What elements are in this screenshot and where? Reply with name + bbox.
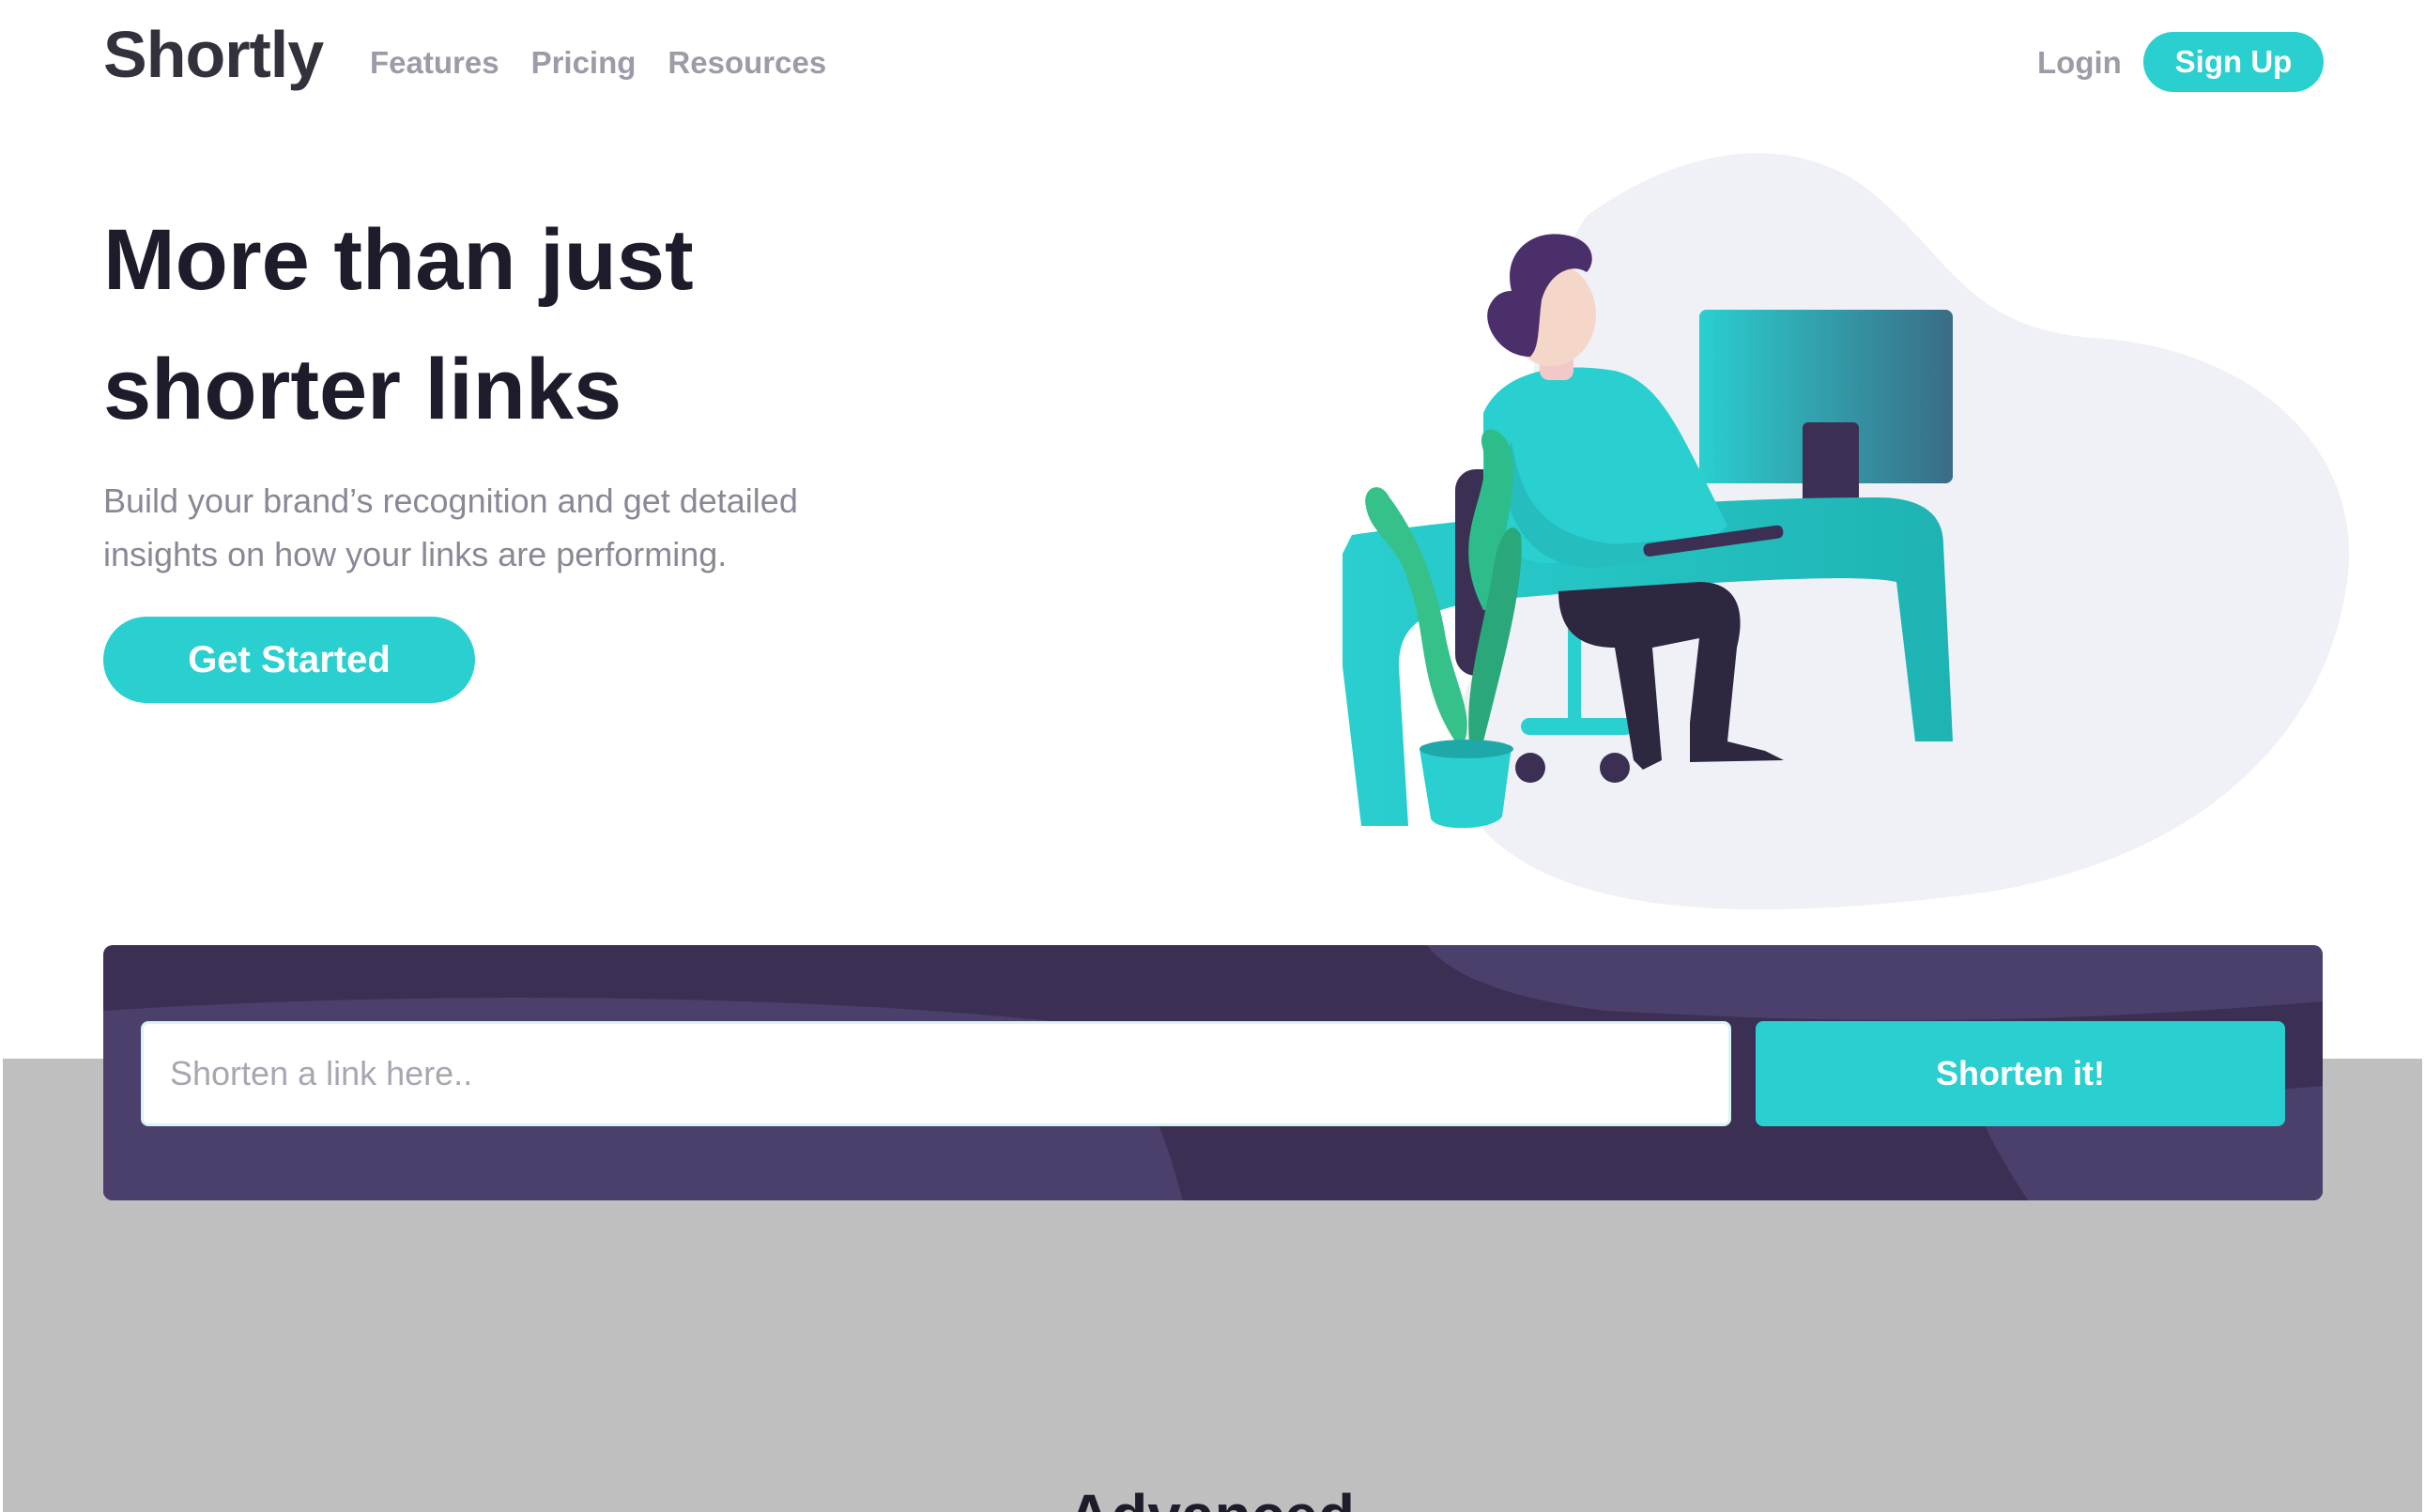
nav-link-resources[interactable]: Resources [668,45,826,81]
shorten-it-button[interactable]: Shorten it! [1756,1021,2285,1126]
hero-subtitle-line-1: Build your brand’s recognition and get d… [103,481,798,520]
link-shortener-panel: Shorten it! [103,945,2323,1200]
hero-title-line-2: shorter links [103,342,622,437]
plant-pot [1420,747,1512,829]
link-input[interactable] [141,1021,1731,1126]
main-nav: Features Pricing Resources [370,45,826,81]
person-working-at-desk-illustration [1343,153,2350,910]
login-link[interactable]: Login [2037,45,2122,81]
get-started-button[interactable]: Get Started [103,617,475,703]
signup-button[interactable]: Sign Up [2143,32,2324,92]
hero-subtitle-line-2: insights on how your links are performin… [103,535,728,573]
nav-link-features[interactable]: Features [370,45,499,81]
hero-title-line-1: More than just [103,212,694,308]
hero-title: More than just shorter links [103,195,948,454]
nav-link-pricing[interactable]: Pricing [531,45,637,81]
hero-subtitle: Build your brand’s recognition and get d… [103,474,948,581]
site-header: Shortly Features Pricing Resources Login… [0,0,2425,124]
logo[interactable]: Shortly [103,17,324,92]
next-section-title: Advanced Statistics [939,1486,1483,1512]
